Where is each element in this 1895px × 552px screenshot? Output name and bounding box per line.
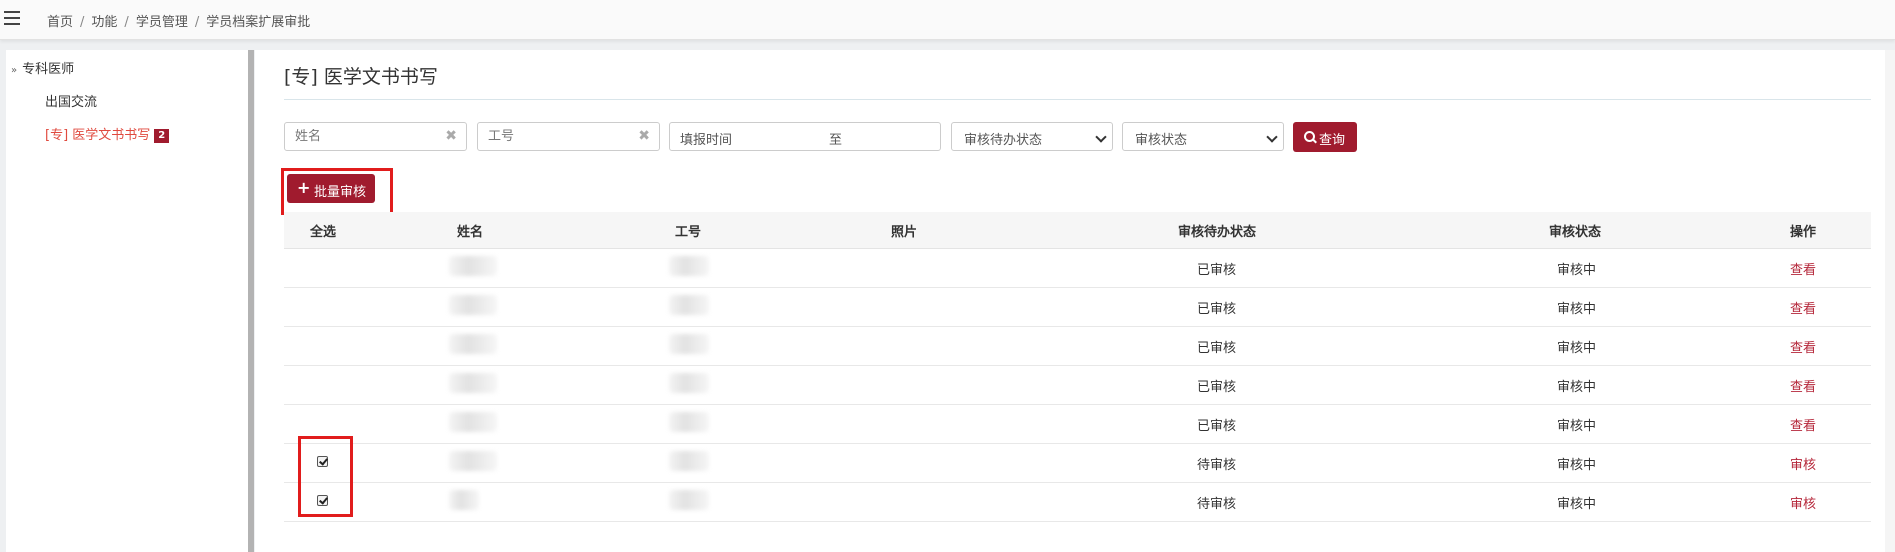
clear-icon[interactable]: ✖: [638, 128, 650, 144]
pending-status-cell: 待审核: [1197, 458, 1237, 473]
chevron-down-icon: [1095, 131, 1107, 143]
date-start-input[interactable]: 填报时间: [680, 129, 732, 148]
view-link[interactable]: 查看: [1790, 415, 1816, 434]
query-label: 查询: [1319, 133, 1346, 148]
name-cell-redacted: [449, 490, 479, 510]
clear-icon[interactable]: ✖: [445, 128, 457, 144]
audit-status-cell: 审核中: [1557, 341, 1597, 356]
row-checkbox-checked[interactable]: [317, 456, 328, 467]
pending-status-cell: 已审核: [1197, 263, 1237, 278]
page-title: [专] 医学文书书写: [284, 66, 438, 88]
audit-status-select[interactable]: 审核状态: [1122, 122, 1284, 151]
pending-status-cell: 已审核: [1197, 419, 1237, 434]
sidebar-root-label: 专科医师: [22, 62, 75, 77]
name-cell-redacted: [449, 412, 497, 432]
table-row: 已审核 审核中 查看: [284, 287, 1871, 327]
header-staff-id: 工号: [675, 225, 702, 240]
count-badge: 2: [154, 129, 170, 143]
audit-status-selected: 审核状态: [1135, 133, 1188, 148]
view-link[interactable]: 查看: [1790, 376, 1816, 395]
header-name: 姓名: [457, 225, 484, 240]
name-cell-redacted: [449, 334, 497, 354]
breadcrumb-function[interactable]: 功能: [91, 15, 117, 30]
view-link[interactable]: 查看: [1790, 259, 1816, 278]
plus-icon: +: [297, 178, 311, 197]
audit-status-cell: 审核中: [1557, 497, 1597, 512]
staff-id-cell-redacted: [669, 256, 709, 276]
table-row: 已审核 审核中 查看: [284, 248, 1871, 288]
staff-id-cell-redacted: [669, 295, 709, 315]
top-bar: 首页 / 功能 / 学员管理 / 学员档案扩展审批: [0, 0, 1895, 40]
audit-status-cell: 审核中: [1557, 458, 1597, 473]
sidebar-item-overseas-exchange[interactable]: 出国交流: [45, 91, 97, 110]
header-operation: 操作: [1790, 225, 1817, 240]
breadcrumb-current: 学员档案扩展审批: [206, 15, 311, 30]
double-chevron-down-icon: »: [11, 65, 18, 76]
breadcrumb-home[interactable]: 首页: [47, 15, 73, 30]
table-row: 已审核 审核中 查看: [284, 404, 1871, 444]
audit-link[interactable]: 审核: [1790, 454, 1816, 473]
header-select-all[interactable]: 全选: [310, 221, 336, 240]
sidebar-item-medical-writing[interactable]: [专] 医学文书书写 2: [45, 124, 170, 143]
staff-id-cell-redacted: [669, 412, 709, 432]
staff-id-input[interactable]: [488, 129, 618, 144]
row-checkbox-checked[interactable]: [317, 495, 328, 506]
date-range-separator: 至: [829, 133, 843, 148]
date-range-field[interactable]: 填报时间 至: [669, 122, 941, 151]
main-scrollbar[interactable]: [1885, 50, 1895, 552]
breadcrumb-student-management[interactable]: 学员管理: [136, 15, 188, 30]
hamburger-menu-icon[interactable]: [4, 11, 20, 25]
header-photo: 照片: [891, 225, 918, 240]
table-header: 全选 姓名 工号 照片 审核待办状态 审核状态 操作: [284, 212, 1871, 249]
view-link[interactable]: 查看: [1790, 337, 1816, 356]
audit-status-cell: 审核中: [1557, 419, 1597, 434]
pending-status-cell: 已审核: [1197, 302, 1237, 317]
sidebar-scrollbar[interactable]: [248, 50, 254, 552]
staff-id-cell-redacted: [669, 490, 709, 510]
sidebar-item-label: [专] 医学文书书写: [45, 128, 151, 143]
batch-audit-label: 批量审核: [314, 185, 367, 200]
audit-status-cell: 审核中: [1557, 263, 1597, 278]
sidebar-tree-root[interactable]: » 专科医师: [11, 58, 74, 77]
name-cell-redacted: [449, 373, 497, 393]
staff-id-cell-redacted: [669, 373, 709, 393]
view-link[interactable]: 查看: [1790, 298, 1816, 317]
table-row: 待审核 审核中 审核: [284, 443, 1871, 483]
pending-status-select[interactable]: 审核待办状态: [951, 122, 1113, 151]
pending-status-cell: 待审核: [1197, 497, 1237, 512]
name-cell-redacted: [449, 256, 497, 276]
audit-link[interactable]: 审核: [1790, 493, 1816, 512]
header-audit-status: 审核状态: [1549, 225, 1602, 240]
query-button[interactable]: 查询: [1293, 122, 1357, 152]
sidebar-item-label: 出国交流: [45, 95, 98, 110]
pending-status-selected: 审核待办状态: [964, 133, 1043, 148]
pending-status-cell: 已审核: [1197, 380, 1237, 395]
staff-id-cell-redacted: [669, 334, 709, 354]
title-divider: [284, 99, 1871, 100]
name-search-field: ✖: [284, 122, 467, 151]
audit-status-cell: 审核中: [1557, 302, 1597, 317]
name-cell-redacted: [449, 295, 497, 315]
batch-audit-button[interactable]: + 批量审核: [287, 174, 375, 203]
name-input[interactable]: [295, 129, 425, 144]
table-row: 已审核 审核中 查看: [284, 326, 1871, 366]
table-row: 待审核 审核中 审核: [284, 482, 1871, 522]
table-row: 已审核 审核中 查看: [284, 365, 1871, 405]
chevron-down-icon: [1266, 131, 1278, 143]
name-cell-redacted: [449, 451, 497, 471]
staff-id-cell-redacted: [669, 451, 709, 471]
audit-status-cell: 审核中: [1557, 380, 1597, 395]
staff-id-search-field: ✖: [477, 122, 660, 151]
breadcrumb: 首页 / 功能 / 学员管理 / 学员档案扩展审批: [47, 15, 311, 30]
header-pending-status: 审核待办状态: [1178, 225, 1257, 240]
pending-status-cell: 已审核: [1197, 341, 1237, 356]
